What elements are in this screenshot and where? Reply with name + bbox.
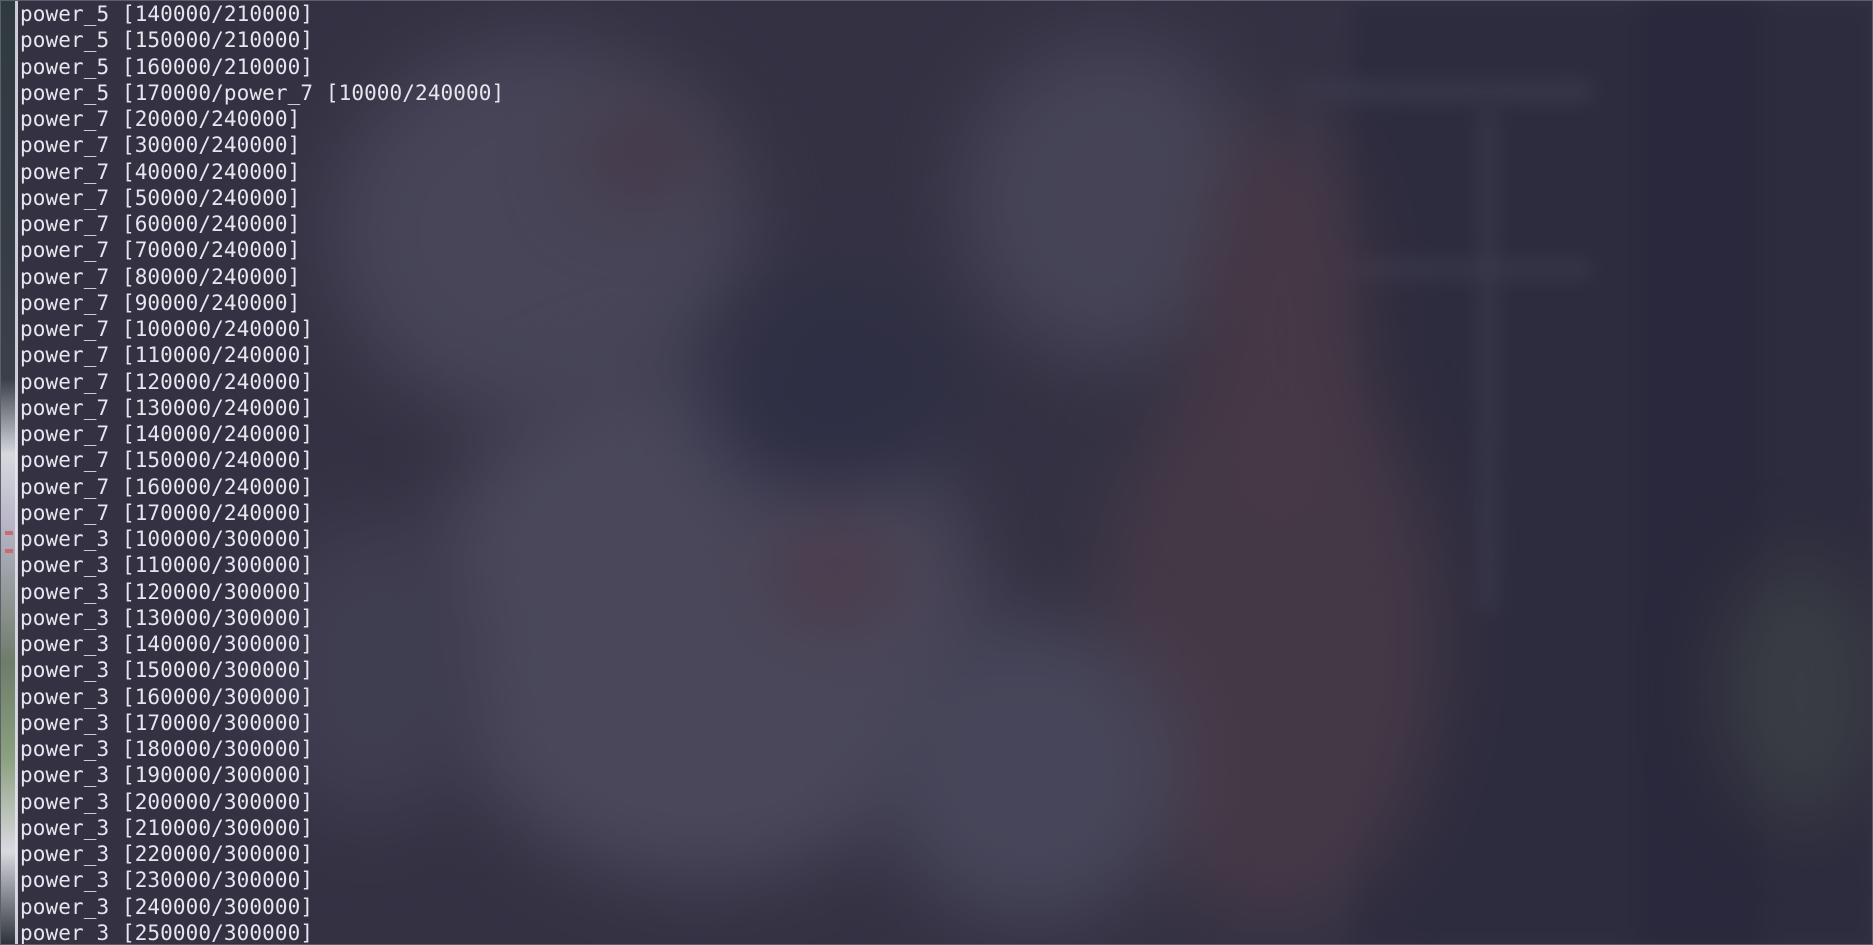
console-line: power_7 [90000/240000] (20, 290, 301, 315)
console-line: power_3 [250000/300000] (20, 920, 314, 944)
console-output[interactable]: power_5 [140000/210000] power_5 [150000/2… (20, 1, 1872, 944)
console-line: power_3 [110000/300000] (20, 553, 314, 578)
console-line: power_7 [60000/240000] (20, 212, 301, 236)
console-line: power_7 [100000/240000] (20, 317, 314, 341)
console-line: power_3 [190000/300000] (20, 763, 314, 788)
console-line: power_3 [180000/300000] (20, 737, 314, 761)
console-line: power_3 [150000/300000] (20, 658, 314, 683)
console-line: power_3 [220000/300000] (20, 842, 314, 866)
console-line: power_7 [150000/240000] (20, 448, 314, 473)
console-line: power_3 [120000/300000] (20, 579, 314, 604)
console-line: power_7 [50000/240000] (20, 185, 301, 210)
console-line: power_7 [80000/240000] (20, 264, 301, 289)
console-line: power_7 [140000/240000] (20, 422, 314, 446)
console-line: power_5 [160000/210000] (20, 54, 314, 79)
console-line: power_3 [210000/300000] (20, 815, 314, 840)
console-line: power_3 [240000/300000] (20, 894, 314, 919)
console-line: power_7 [110000/240000] (20, 343, 314, 368)
console-line: power_3 [230000/300000] (20, 868, 314, 893)
console-line: power_7 [40000/240000] (20, 159, 301, 184)
console-line: power_7 [70000/240000] (20, 238, 301, 263)
console-line: power_3 [140000/300000] (20, 632, 314, 656)
console-line: power_7 [160000/240000] (20, 474, 314, 499)
console-line: power_5 [150000/210000] (20, 28, 314, 53)
console-line: power_7 [20000/240000] (20, 107, 301, 131)
console-line: power_3 [160000/300000] (20, 684, 314, 709)
console-line: power_7 [120000/240000] (20, 369, 314, 394)
console-line: power_3 [130000/300000] (20, 605, 314, 630)
terminal-window[interactable]: power_5 [140000/210000] power_5 [150000/2… (0, 0, 1873, 945)
console-line: power_7 [130000/240000] (20, 395, 314, 420)
console-line: power_7 [30000/240000] (20, 133, 301, 158)
console-line: power_7 [170000/240000] (20, 500, 314, 525)
console-line: power_5 [140000/210000] (20, 2, 314, 26)
console-line: power_5 [170000/power_7 [10000/240000] (20, 80, 505, 105)
console-line: power_3 [170000/300000] (20, 710, 314, 735)
console-line: power_3 [200000/300000] (20, 789, 314, 814)
console-line: power_3 [100000/300000] (20, 527, 314, 551)
